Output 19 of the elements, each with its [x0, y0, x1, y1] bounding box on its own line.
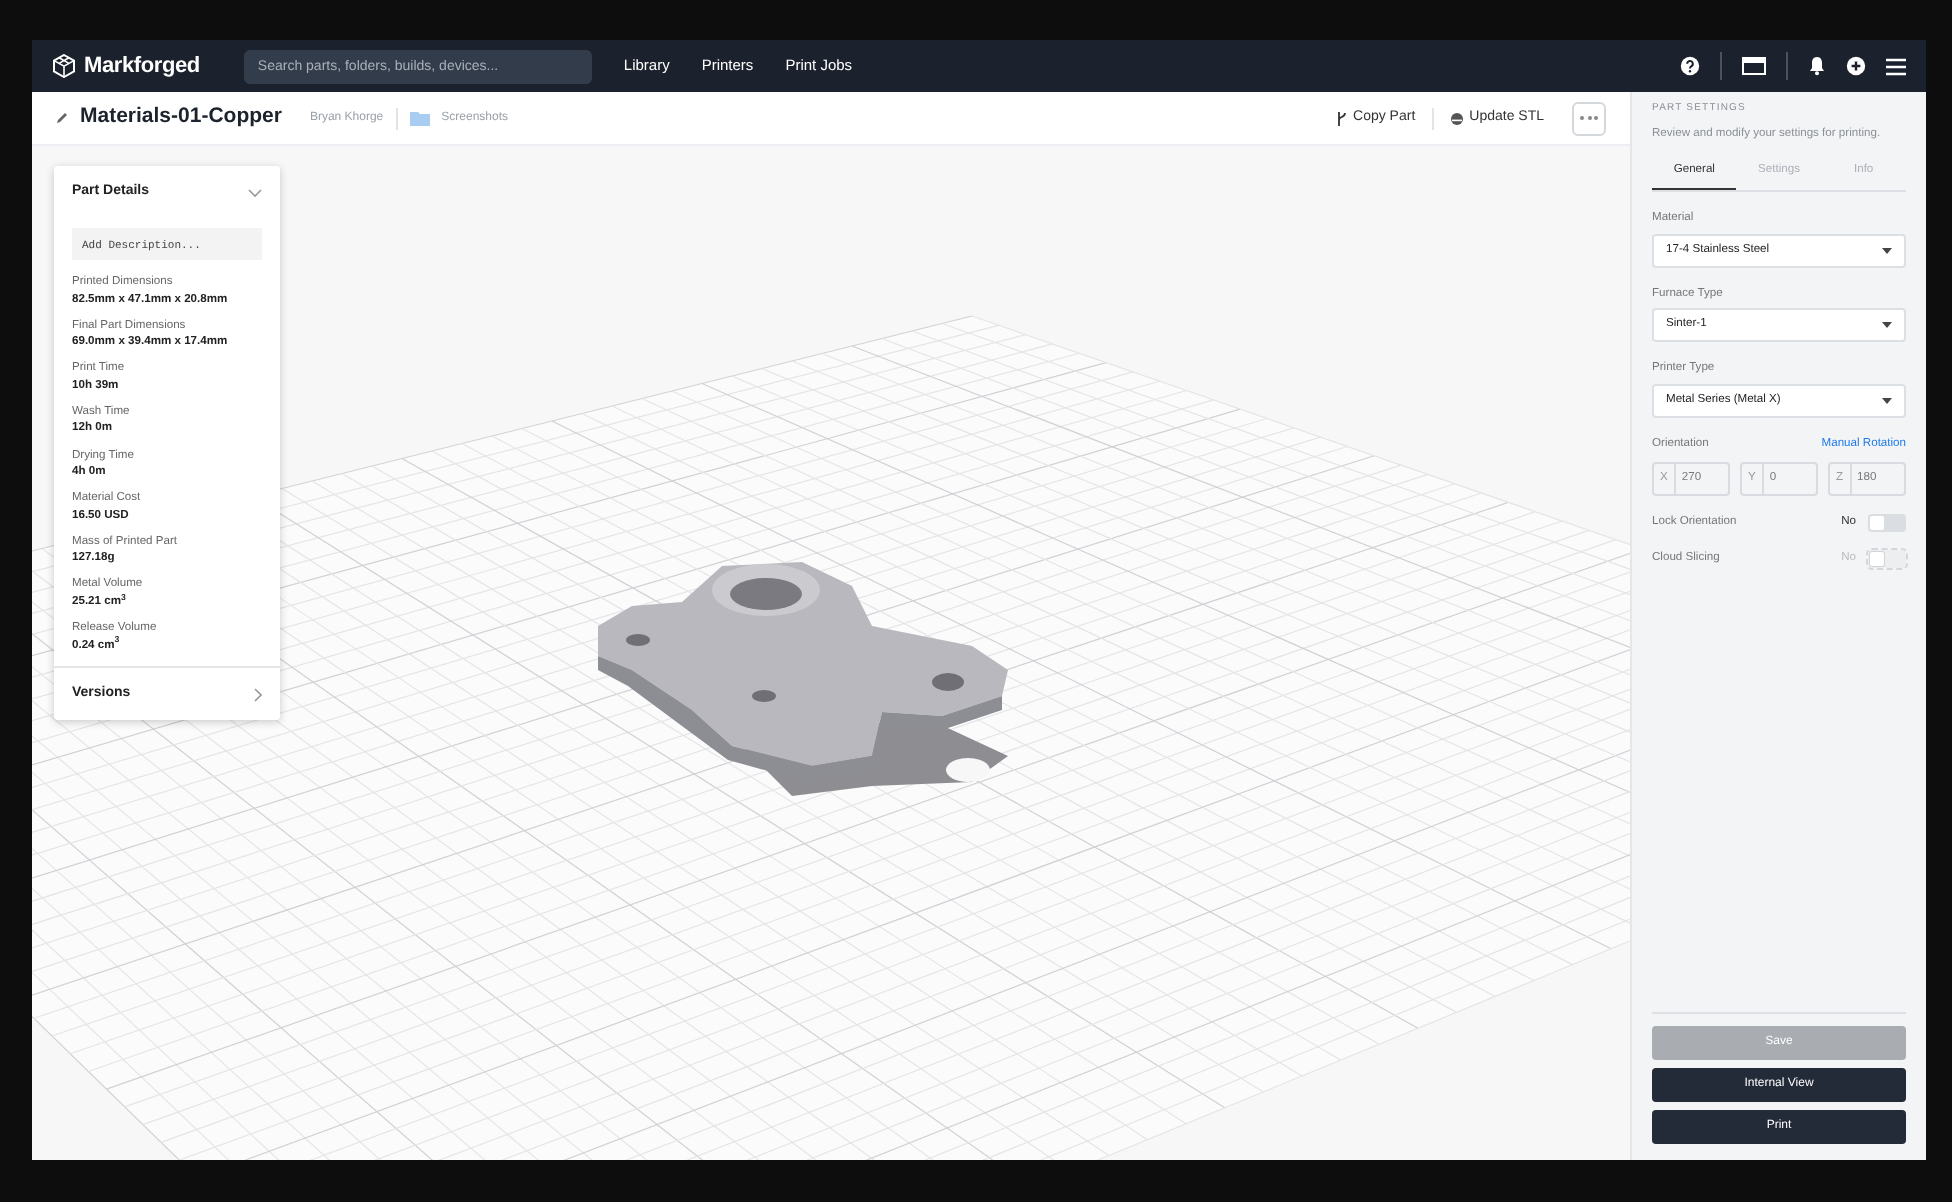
toggle-switch[interactable] [1868, 513, 1906, 532]
caret-icon [1882, 322, 1892, 329]
menu-icon[interactable] [1886, 57, 1906, 75]
help-icon[interactable] [1680, 56, 1700, 76]
part-title: Materials-01-Copper [80, 102, 282, 133]
pencil-icon[interactable] [56, 112, 68, 124]
disc-icon [1449, 111, 1464, 125]
folder-icon [409, 110, 430, 126]
bell-icon[interactable] [1808, 56, 1826, 76]
window-icon[interactable] [1742, 56, 1766, 76]
caret-icon [1882, 397, 1892, 404]
caret-icon [1882, 247, 1892, 254]
logo[interactable]: Markforged [52, 49, 200, 83]
branch-icon [1335, 111, 1348, 125]
chevron-right-icon [254, 687, 262, 702]
plus-icon[interactable] [1846, 56, 1866, 76]
more-button[interactable] [1572, 101, 1606, 135]
chevron-icon[interactable] [248, 187, 262, 198]
logo-icon [52, 54, 76, 78]
